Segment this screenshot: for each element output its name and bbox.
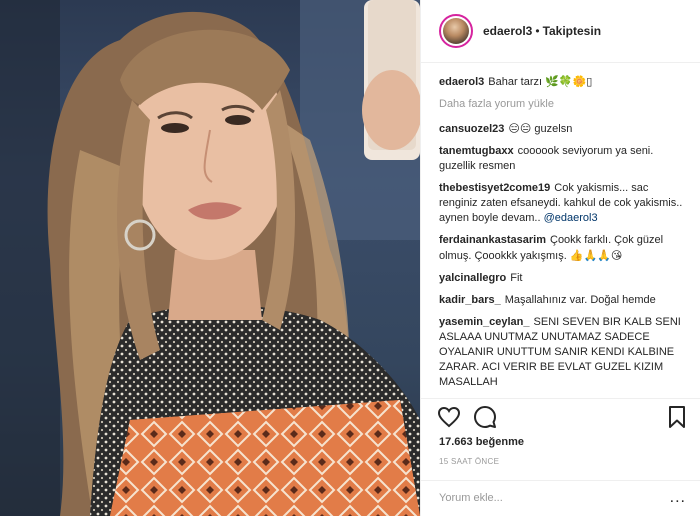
- bookmark-icon[interactable]: [665, 405, 689, 429]
- comment-item: yalcinallegro Fit: [439, 271, 689, 286]
- avatar-image: [443, 18, 469, 44]
- comments-list[interactable]: edaerol3 Bahar tarzı 🌿🍀🌼▯ Daha fazla yoru…: [439, 74, 689, 396]
- caption-username[interactable]: edaerol3: [439, 76, 484, 88]
- comment-item: ferdainankastasarim Çookk farklı. Çok güz…: [439, 233, 689, 264]
- comment-item: cansuozel23 😑😑 guzelsn: [439, 121, 689, 137]
- caption-emoji: 🌿🍀🌼▯: [545, 75, 593, 88]
- comment-text: Maşallahınız var. Doğal hemde: [504, 294, 656, 306]
- likes-count[interactable]: 17.663 beğenme: [439, 436, 524, 448]
- comment-username[interactable]: tanemtugbaxx: [439, 145, 514, 157]
- action-bar: [421, 398, 700, 433]
- comment-text: guzelsn: [534, 123, 573, 135]
- comment-username[interactable]: yasemin_ceylan_: [439, 316, 530, 328]
- avatar[interactable]: [439, 14, 473, 48]
- comment-text: Fit: [510, 272, 523, 284]
- load-more-comments-link[interactable]: Daha fazla yorum yükle: [439, 97, 689, 112]
- comment-emoji: 😑😑: [508, 122, 532, 135]
- comment-username[interactable]: yalcinallegro: [439, 272, 506, 284]
- comment-username[interactable]: thebestisyet2come19: [439, 182, 550, 194]
- comment-username[interactable]: kadir_bars_: [439, 294, 501, 306]
- add-comment-box: Yorum ekle... ...: [421, 480, 700, 517]
- comment-bubble-icon[interactable]: [473, 405, 497, 429]
- selfie-illustration: [0, 0, 420, 516]
- comment-username[interactable]: cansuozel23: [439, 123, 504, 135]
- comment-item: yasemin_ceylan_ SENI SEVEN BIR KALB SENI …: [439, 315, 689, 390]
- comment-emoji: 👍🙏🙏😘: [569, 249, 623, 262]
- post-details-panel: edaerol3 • Takiptesin edaerol3 Bahar tarz…: [420, 0, 700, 516]
- comment-item: tanemtugbaxx coooook seviyorum ya seni. g…: [439, 144, 689, 174]
- header-separator: •: [535, 24, 540, 38]
- post-photo[interactable]: [0, 0, 420, 516]
- heart-outline-icon[interactable]: [437, 405, 461, 429]
- comment-username[interactable]: ferdainankastasarim: [439, 234, 546, 246]
- add-comment-input[interactable]: Yorum ekle...: [439, 492, 503, 504]
- comment-item: kadir_bars_ Maşallahınız var. Doğal hemde: [439, 293, 689, 308]
- header-username[interactable]: edaerol3: [483, 24, 532, 38]
- comment-mention-link[interactable]: @edaerol3: [544, 212, 598, 224]
- post-timestamp[interactable]: 15 SAAT ÖNCE: [439, 457, 499, 466]
- comment-item: thebestisyet2come19 Cok yakismis... sac r…: [439, 181, 689, 226]
- caption: edaerol3 Bahar tarzı 🌿🍀🌼▯: [439, 74, 689, 90]
- caption-text: Bahar tarzı: [488, 76, 543, 88]
- follow-status[interactable]: Takiptesin: [543, 24, 601, 38]
- post-header: edaerol3 • Takiptesin: [421, 0, 700, 63]
- instagram-post: edaerol3 • Takiptesin edaerol3 Bahar tarz…: [0, 0, 700, 516]
- more-options-icon[interactable]: ...: [670, 489, 686, 507]
